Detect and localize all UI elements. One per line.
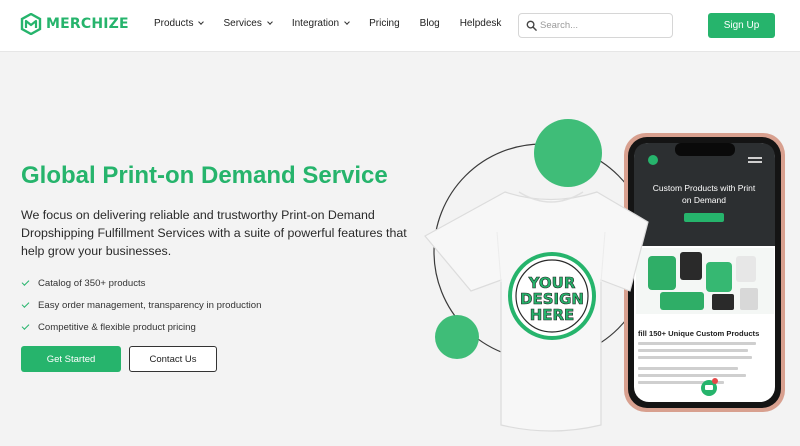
feature-item: Competitive & flexible product pricing: [21, 316, 261, 338]
design-circle: [508, 252, 596, 340]
nav-integration-label: Integration: [291, 18, 340, 29]
phone-cta-button: [684, 213, 724, 222]
chevron-down-icon: [344, 19, 350, 25]
nav-blog[interactable]: Blog: [420, 18, 440, 29]
feature-item: Catalog of 350+ products: [21, 272, 261, 294]
nav-pricing-label: Pricing: [369, 18, 400, 29]
phone-mockup: Custom Products with Print on Demand fil…: [624, 133, 785, 412]
phone-title-line-2: on Demand: [682, 195, 726, 205]
chevron-down-icon: [198, 19, 205, 25]
nav-blog-label: Blog: [419, 18, 440, 29]
phone-notch: [675, 143, 735, 156]
search-box[interactable]: [518, 13, 673, 38]
check-icon: [21, 299, 30, 308]
nav-pricing[interactable]: Pricing: [369, 18, 400, 29]
feature-text: Easy order management, transparency in p…: [38, 299, 262, 311]
nav-integration[interactable]: Integration: [291, 18, 350, 29]
feature-item: Easy order management, transparency in p…: [21, 294, 261, 316]
hero-description: We focus on delivering reliable and trus…: [21, 208, 407, 258]
nav-services-label: Services: [223, 18, 262, 29]
main-nav: Products Services Integration Pricing Bl…: [154, 18, 501, 29]
tshirt-mockup: YOUR DESIGN HERE: [424, 191, 649, 432]
orbit-ring: [433, 143, 651, 361]
feature-list: Catalog of 350+ products Easy order mana…: [21, 272, 261, 338]
decorative-circle-large: [534, 119, 602, 187]
nav-services[interactable]: Services: [223, 18, 273, 29]
nav-helpdesk[interactable]: Helpdesk: [460, 18, 502, 29]
contact-us-button[interactable]: Contact Us: [129, 346, 217, 372]
check-icon: [21, 277, 30, 286]
decorative-circle-small: [435, 315, 479, 359]
nav-products-label: Products: [154, 18, 194, 29]
hero-title: Global Print-on Demand Service: [21, 162, 388, 189]
site-header: MERCHIZE Products Services Integration P…: [0, 0, 800, 52]
check-icon: [21, 321, 30, 330]
merchize-logo[interactable]: MERCHIZE: [20, 13, 129, 35]
get-started-button[interactable]: Get Started: [21, 346, 121, 372]
chevron-down-icon: [266, 19, 273, 25]
search-input[interactable]: [540, 20, 660, 31]
merchize-logo-icon: [20, 13, 42, 35]
menu-icon: [748, 157, 762, 159]
phone-app-logo: [648, 155, 658, 165]
design-text-line-3: HERE: [530, 306, 575, 324]
nav-helpdesk-label: Helpdesk: [459, 18, 502, 29]
nav-products[interactable]: Products: [154, 18, 205, 29]
phone-title-line-1: Custom Products with Print: [653, 183, 756, 193]
sign-up-button[interactable]: Sign Up: [708, 13, 775, 38]
design-text-line-1: YOUR: [528, 274, 576, 292]
logo-text: MERCHIZE: [46, 16, 129, 32]
feature-text: Competitive & flexible product pricing: [38, 321, 196, 333]
chat-bubble-icon: [701, 380, 717, 396]
design-text-line-2: DESIGN: [520, 290, 584, 308]
search-icon: [526, 20, 537, 31]
phone-subheading: fill 150+ Unique Custom Products: [638, 329, 759, 338]
feature-text: Catalog of 350+ products: [38, 277, 146, 289]
notification-badge: [712, 378, 718, 384]
